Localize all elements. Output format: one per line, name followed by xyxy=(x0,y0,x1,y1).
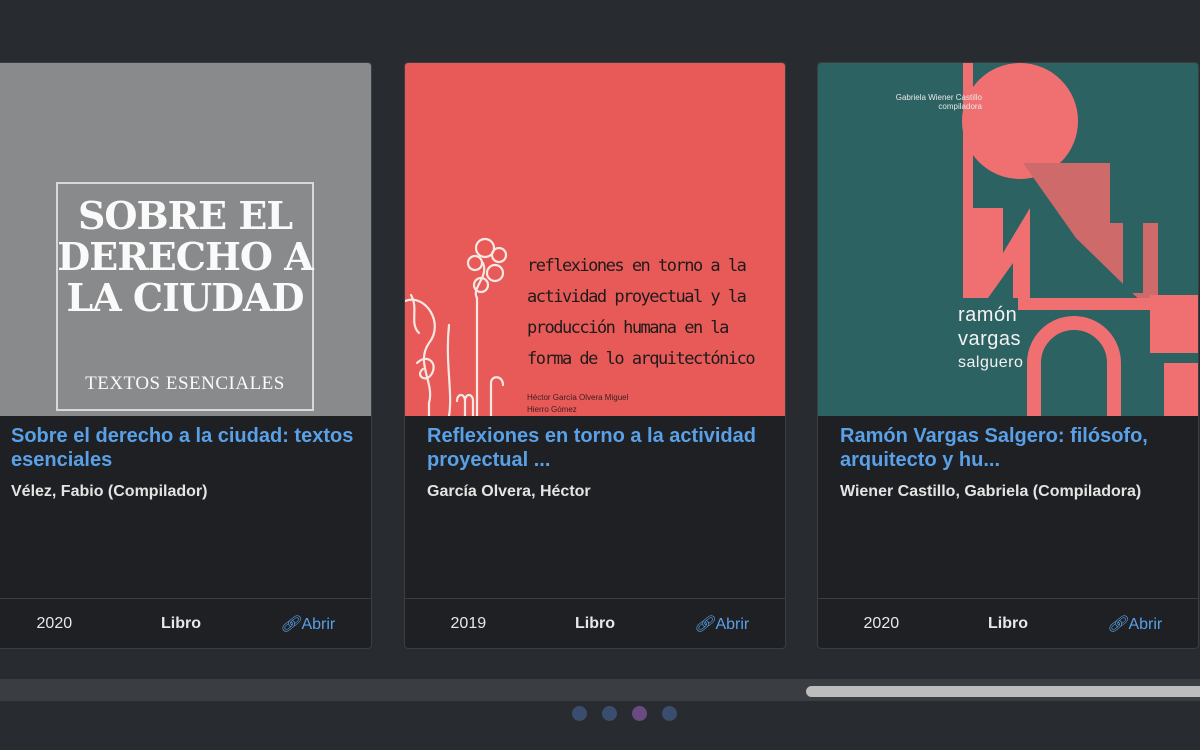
open-link[interactable]: 🔗︎Abrir xyxy=(1071,614,1198,634)
book-info: Sobre el derecho a la ciudad: textos ese… xyxy=(0,416,371,505)
book-type: Libro xyxy=(575,614,615,632)
book-card: reflexiones en torno a la actividad proy… xyxy=(404,62,786,649)
book-card: SOBRE EL DERECHO A LA CIUDAD TEXTOS ESEN… xyxy=(0,62,372,649)
book-card: Gabriela Wiener Castillo compiladora ram… xyxy=(817,62,1199,649)
book-cover[interactable]: reflexiones en torno a la actividad proy… xyxy=(405,63,785,416)
cover-editor: Gabriela Wiener Castillo compiladora xyxy=(895,93,982,111)
book-cover[interactable]: Gabriela Wiener Castillo compiladora ram… xyxy=(818,63,1198,416)
carousel-dot[interactable] xyxy=(662,706,677,721)
plant-illustration xyxy=(405,237,508,416)
link-icon: 🔗︎ xyxy=(1107,615,1128,633)
cover-name-line2: vargas xyxy=(958,328,1022,350)
cover-name-line3: salguero xyxy=(958,354,1024,371)
book-author: García Olvera, Héctor xyxy=(427,483,591,500)
book-year: 2019 xyxy=(450,614,487,632)
book-type: Libro xyxy=(988,614,1028,632)
open-label: Abrir xyxy=(1128,615,1163,633)
horizontal-scrollbar-thumb[interactable] xyxy=(806,686,1200,697)
book-footer: 2019 Libro 🔗︎Abrir xyxy=(405,598,785,648)
book-title-link[interactable]: Ramón Vargas Salgero: filósofo, arquitec… xyxy=(840,424,1186,472)
link-icon: 🔗︎ xyxy=(694,615,715,633)
book-title-link[interactable]: Sobre el derecho a la ciudad: textos ese… xyxy=(11,424,359,472)
book-title-link[interactable]: Reflexiones en torno a la actividad proy… xyxy=(427,424,773,472)
book-cover[interactable]: SOBRE EL DERECHO A LA CIUDAD TEXTOS ESEN… xyxy=(0,63,371,416)
book-author: Wiener Castillo, Gabriela (Compiladora) xyxy=(840,483,1142,500)
cover-authors: Héctor García Olvera Miguel Hierro Gómez xyxy=(527,393,629,414)
carousel-dot[interactable] xyxy=(602,706,617,721)
cover-title: SOBRE EL DERECHO A LA CIUDAD xyxy=(57,193,313,320)
book-footer: 2020 Libro 🔗︎Abrir xyxy=(0,598,371,648)
book-year: 2020 xyxy=(863,614,900,632)
open-label: Abrir xyxy=(301,615,336,633)
open-label: Abrir xyxy=(715,615,750,633)
carousel-pagination xyxy=(572,706,677,721)
cover-title: reflexiones en torno a la actividad proy… xyxy=(527,256,756,369)
open-link[interactable]: 🔗︎Abrir xyxy=(244,614,371,634)
book-info: Reflexiones en torno a la actividad proy… xyxy=(405,416,785,505)
cover-name-line1: ramón xyxy=(958,304,1018,326)
cover-subtitle: TEXTOS ESENCIALES xyxy=(85,373,285,394)
book-carousel: SOBRE EL DERECHO A LA CIUDAD TEXTOS ESEN… xyxy=(0,0,1200,750)
book-type: Libro xyxy=(161,614,201,632)
cover-name: ramón vargas salguero xyxy=(958,303,1023,375)
carousel-dot-active[interactable] xyxy=(632,706,647,721)
book-footer: 2020 Libro 🔗︎Abrir xyxy=(818,598,1198,648)
link-icon: 🔗︎ xyxy=(280,615,301,633)
carousel-dot[interactable] xyxy=(572,706,587,721)
book-year: 2020 xyxy=(36,614,73,632)
book-author: Vélez, Fabio (Compilador) xyxy=(11,483,208,500)
book-info: Ramón Vargas Salgero: filósofo, arquitec… xyxy=(818,416,1198,505)
open-link[interactable]: 🔗︎Abrir xyxy=(658,614,785,634)
